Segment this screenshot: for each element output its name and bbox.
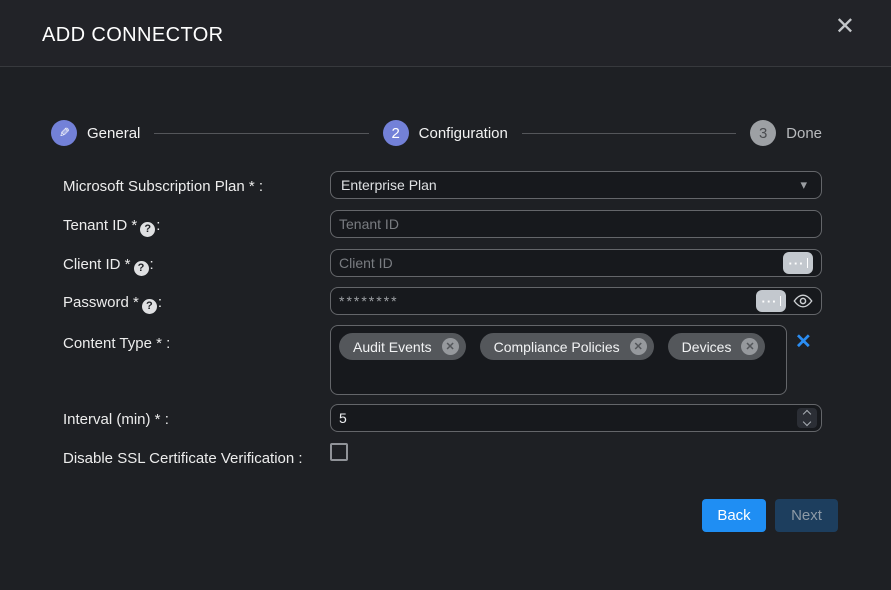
help-icon[interactable]: ? <box>140 222 155 237</box>
back-button[interactable]: Back <box>702 499 766 532</box>
remove-tag-icon[interactable]: ✕ <box>741 338 758 355</box>
step-connector-line <box>522 133 736 134</box>
step-general[interactable]: ✎ General <box>51 120 140 146</box>
ellipsis-picker-button[interactable]: ··· <box>756 290 786 312</box>
tenant-id-label: Tenant ID *?: <box>63 216 313 237</box>
step-done-circle: 3 <box>750 120 776 146</box>
interval-field-wrap <box>330 404 822 432</box>
password-input[interactable] <box>339 293 750 309</box>
step-configuration: 2 Configuration <box>383 120 508 146</box>
step-done: 3 Done <box>750 120 822 146</box>
interval-label: Interval (min) * : <box>63 410 313 429</box>
number-stepper[interactable] <box>797 408 817 428</box>
interval-input[interactable] <box>339 410 813 426</box>
ssl-verification-checkbox[interactable] <box>330 443 348 461</box>
content-type-chip: Audit Events ✕ <box>339 333 466 360</box>
content-type-multiselect[interactable]: Audit Events ✕ Compliance Policies ✕ Dev… <box>330 325 787 395</box>
next-button[interactable]: Next <box>775 499 838 532</box>
content-type-label: Content Type * : <box>63 334 313 353</box>
subscription-plan-label: Microsoft Subscription Plan * : <box>63 177 313 196</box>
client-id-field-wrap: ··· <box>330 249 822 277</box>
dialog-title: ADD CONNECTOR <box>42 24 224 47</box>
chevron-down-icon: ▾ <box>800 177 807 193</box>
clear-all-icon[interactable]: ✕ <box>795 332 812 352</box>
step-general-label: General <box>87 125 140 142</box>
remove-tag-icon[interactable]: ✕ <box>630 338 647 355</box>
help-icon[interactable]: ? <box>142 299 157 314</box>
wizard-stepper: ✎ General 2 Configuration 3 Done <box>51 119 822 147</box>
help-icon[interactable]: ? <box>134 261 149 276</box>
password-label: Password *?: <box>63 293 313 314</box>
subscription-plan-select[interactable]: Enterprise Plan ▾ <box>330 171 822 199</box>
ellipsis-picker-button[interactable]: ··· <box>783 252 813 274</box>
subscription-plan-value: Enterprise Plan <box>339 177 800 193</box>
tenant-id-input[interactable] <box>339 216 813 232</box>
add-connector-dialog: ADD CONNECTOR ✕ ✎ General 2 Configuratio… <box>0 0 891 590</box>
remove-tag-icon[interactable]: ✕ <box>442 338 459 355</box>
client-id-label: Client ID *?: <box>63 255 313 276</box>
content-type-chip: Devices ✕ <box>668 333 766 360</box>
step-done-label: Done <box>786 125 822 142</box>
ssl-verification-label: Disable SSL Certificate Verification : <box>63 449 303 468</box>
stepper-down-icon[interactable] <box>803 418 811 426</box>
close-icon[interactable]: ✕ <box>835 15 855 39</box>
step-connector-line <box>154 133 368 134</box>
step-configuration-label: Configuration <box>419 125 508 142</box>
client-id-input[interactable] <box>339 255 777 271</box>
pencil-icon: ✎ <box>59 125 70 141</box>
eye-icon[interactable] <box>793 294 813 308</box>
dialog-header: ADD CONNECTOR ✕ <box>0 0 891 67</box>
content-type-chip: Compliance Policies ✕ <box>480 333 654 360</box>
step-general-circle[interactable]: ✎ <box>51 120 77 146</box>
tenant-id-field-wrap <box>330 210 822 238</box>
step-configuration-circle: 2 <box>383 120 409 146</box>
password-field-wrap: ··· <box>330 287 822 315</box>
